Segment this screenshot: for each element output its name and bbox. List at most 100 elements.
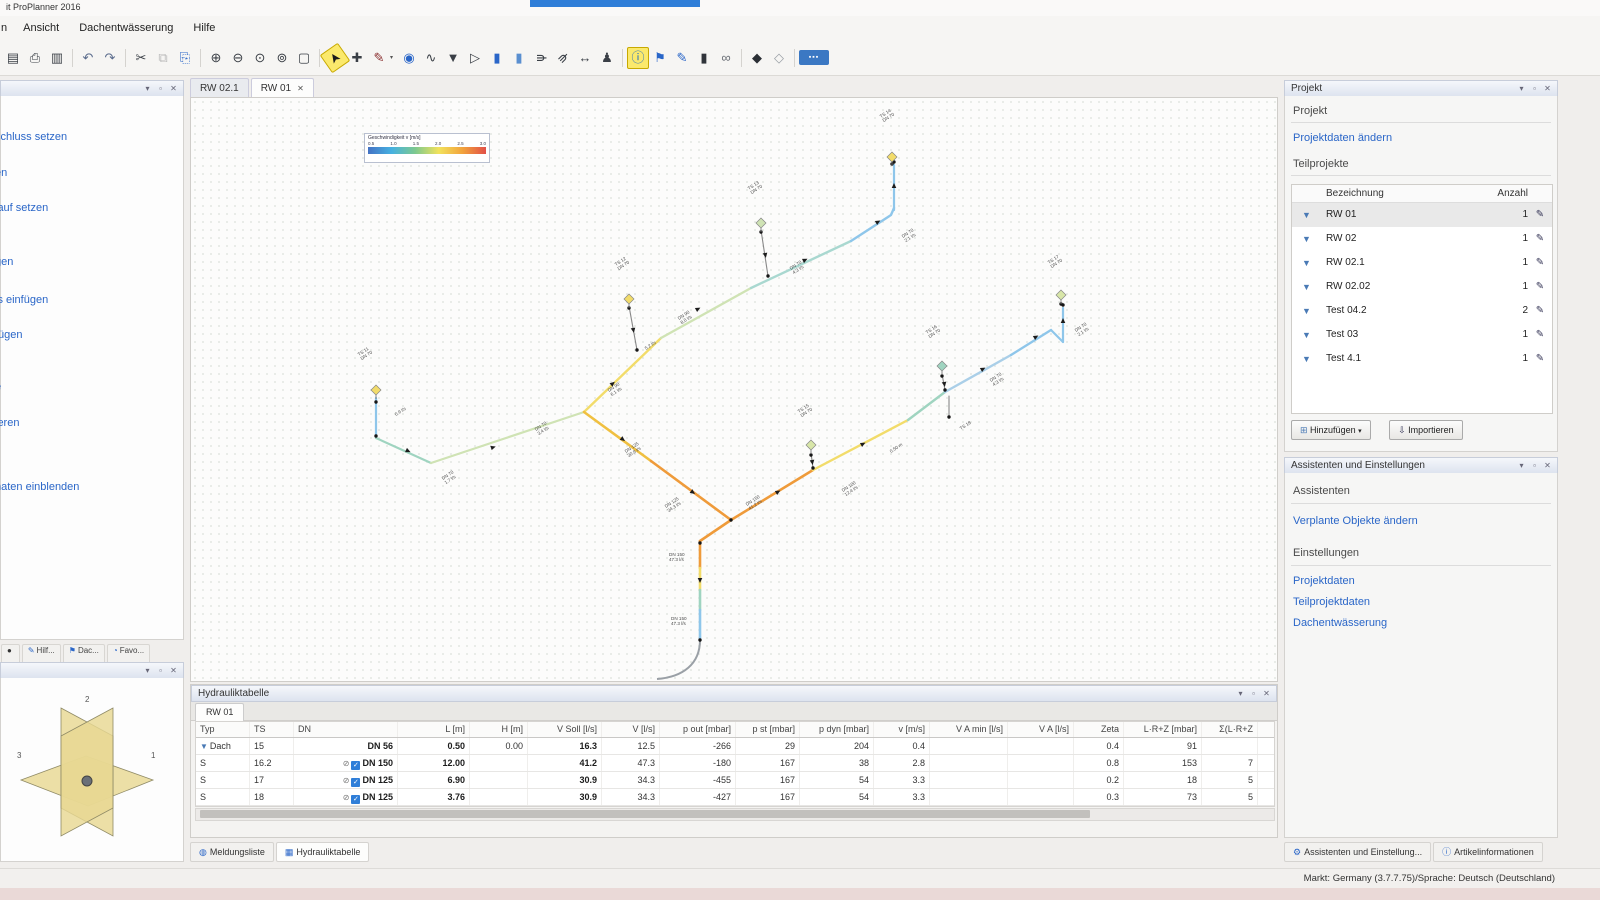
pipe-segment-8[interactable] (629, 306, 637, 350)
pipe-segment-4[interactable] (661, 288, 751, 338)
column-header-8[interactable]: p st [mbar] (736, 722, 800, 737)
task-link-4[interactable]: is einfügen (0, 294, 48, 306)
pipe-node[interactable] (698, 541, 701, 544)
task-link-8[interactable]: naten einblenden (0, 481, 79, 493)
left-tab-3[interactable]: ◔Favo... (107, 644, 150, 664)
close-icon[interactable]: ✕ (1541, 459, 1554, 473)
table-row[interactable]: S17⊘✓DN 1256.9030.934.3-455167543.30.218… (196, 772, 1274, 789)
column-header-4[interactable]: H [m] (470, 722, 528, 737)
menu-item-fragment[interactable]: n (0, 16, 13, 34)
table-row[interactable]: S16.2⊘✓DN 15012.0041.247.3-180167382.80.… (196, 755, 1274, 772)
drain-button[interactable]: ▼ (442, 47, 464, 69)
pin-icon[interactable]: ▫ (154, 664, 167, 678)
pipe-segment-3[interactable] (584, 338, 661, 412)
bottom-tab-hydrauliktabelle[interactable]: ▦Hydrauliktabelle (276, 842, 370, 862)
document-tab-rw-02.1[interactable]: RW 02.1 (190, 78, 249, 98)
right-bottom-tab-0[interactable]: ⚙Assistenten und Einstellung... (1284, 842, 1431, 862)
roof-drain-symbol-4[interactable] (806, 440, 816, 454)
close-icon[interactable]: ✕ (167, 664, 180, 678)
pin-icon[interactable]: ▫ (1528, 459, 1541, 473)
pipe-node[interactable] (698, 638, 701, 641)
zoom-out-button[interactable]: ⊖ (227, 47, 249, 69)
pan-button[interactable]: ✚ (346, 47, 368, 69)
document-dark-button[interactable]: ▮ (693, 47, 715, 69)
pipe-lock-icon[interactable]: ⊘ (343, 776, 350, 785)
pipe-segment-14[interactable] (908, 392, 945, 420)
roof-drain-symbol-2[interactable] (756, 218, 766, 232)
pipe-segment-10[interactable] (584, 412, 651, 461)
edit-brush-icon[interactable]: ✎ (1528, 251, 1552, 275)
settings-link-2[interactable]: Dachentwässerung (1293, 617, 1387, 629)
pipe-segment-11[interactable] (651, 461, 731, 520)
link-button[interactable]: ∞ (715, 47, 737, 69)
pipe-segment-17[interactable] (1051, 330, 1063, 342)
zoom-in-button[interactable]: ⊕ (205, 47, 227, 69)
pipe-node[interactable] (811, 466, 814, 469)
drawing-canvas[interactable]: TS 11DN 700.9 l/sDN 701.7 l/sDN 703.4 l/… (190, 97, 1278, 682)
project-data-link[interactable]: Projektdaten ändern (1293, 132, 1392, 144)
hydraulic-tab[interactable]: RW 01 (195, 703, 244, 721)
collapse-icon[interactable]: ▾ (1234, 687, 1247, 701)
undo-button[interactable]: ↶ (77, 47, 99, 69)
outlet-curve-pipe[interactable] (657, 640, 700, 679)
column-header-0[interactable]: Typ (196, 722, 250, 737)
pump-button[interactable]: ♟ (596, 47, 618, 69)
minimize-button[interactable] (1484, 1, 1506, 14)
flow-button[interactable]: ▷ (464, 47, 486, 69)
close-icon[interactable]: ✕ (1541, 82, 1554, 96)
menu-item-ansicht[interactable]: Ansicht (13, 16, 69, 34)
import-button[interactable]: ⇩ Importieren (1389, 420, 1463, 440)
menu-item-dachentwässerung[interactable]: Dachentwässerung (69, 16, 183, 34)
task-link-0[interactable]: schluss setzen (0, 131, 67, 143)
collapse-icon[interactable]: ▾ (1515, 82, 1528, 96)
roof-drain-symbol-5[interactable] (937, 361, 947, 375)
pipe-segment-1[interactable] (376, 438, 431, 463)
axes-3d-widget[interactable]: 123 (1, 678, 183, 860)
edit-button[interactable]: ✎ (671, 47, 693, 69)
pipe-segment-16[interactable] (1011, 330, 1051, 355)
save-button[interactable]: ▤ (2, 47, 24, 69)
pipe-segment-13[interactable] (813, 420, 908, 470)
riser-a-button[interactable]: ▮ (486, 47, 508, 69)
bottom-tab-meldungsliste[interactable]: ◍Meldungsliste (190, 842, 274, 862)
redo-button[interactable]: ↷ (99, 47, 121, 69)
maximize-button[interactable] (1508, 1, 1530, 14)
settings-link-0[interactable]: Projektdaten (1293, 575, 1387, 587)
task-link-3[interactable]: gen (0, 256, 13, 268)
info-button[interactable]: ⓘ (627, 47, 649, 69)
lock-button[interactable]: ◆ (746, 47, 768, 69)
hydraulic-hscrollbar-thumb[interactable] (200, 810, 1090, 818)
hydraulic-table[interactable]: TypTSDNL [m]H [m]V Soll [l/s]V [l/s]p ou… (195, 721, 1275, 807)
pin-icon[interactable]: ▫ (1247, 687, 1260, 701)
list-column-bezeichnung[interactable]: Bezeichnung (1292, 185, 1466, 202)
unlock-button[interactable]: ◇ (768, 47, 790, 69)
left-tab-2[interactable]: ⚑Dac... (63, 644, 105, 664)
subproject-list[interactable]: BezeichnungAnzahl▼RW 011✎▼RW 021✎▼RW 02.… (1291, 184, 1553, 414)
print-button[interactable]: ⎙ (24, 47, 46, 69)
subproject-row-1[interactable]: ▼RW 021✎ (1292, 227, 1552, 251)
column-header-2[interactable]: DN (294, 722, 398, 737)
table-row[interactable]: S18⊘✓DN 1253.7630.934.3-427167543.30.373… (196, 789, 1274, 806)
edit-brush-icon[interactable]: ✎ (1528, 299, 1552, 323)
column-header-14[interactable]: L·R+Z [mbar] (1124, 722, 1202, 737)
column-header-13[interactable]: Zeta (1074, 722, 1124, 737)
close-button[interactable] (1532, 1, 1554, 14)
pipe-node[interactable] (943, 388, 946, 391)
paste-button[interactable]: ⎘ (174, 47, 196, 69)
zoom-selection-button[interactable]: ⊙ (249, 47, 271, 69)
pipe-node[interactable] (729, 518, 732, 521)
options-button[interactable]: ▪▪▪ (799, 50, 829, 65)
hydraulic-hscrollbar[interactable] (195, 808, 1275, 821)
roof-drain-symbol-3[interactable] (887, 152, 897, 166)
column-header-5[interactable]: V Soll [l/s] (528, 722, 602, 737)
subproject-row-3[interactable]: ▼RW 02.021✎ (1292, 275, 1552, 299)
subproject-row-4[interactable]: ▼Test 04.22✎ (1292, 299, 1552, 323)
collapse-icon[interactable]: ▾ (141, 664, 154, 678)
subproject-row-0[interactable]: ▼RW 011✎ (1292, 203, 1552, 227)
close-icon[interactable]: ✕ (1260, 687, 1273, 701)
column-header-11[interactable]: V A min [l/s] (930, 722, 1008, 737)
pipe-segment-15[interactable] (945, 355, 1011, 392)
cut-button[interactable]: ✂ (130, 47, 152, 69)
task-link-1[interactable]: en (0, 167, 7, 179)
dn-auto-checkbox[interactable]: ✓ (351, 761, 360, 770)
